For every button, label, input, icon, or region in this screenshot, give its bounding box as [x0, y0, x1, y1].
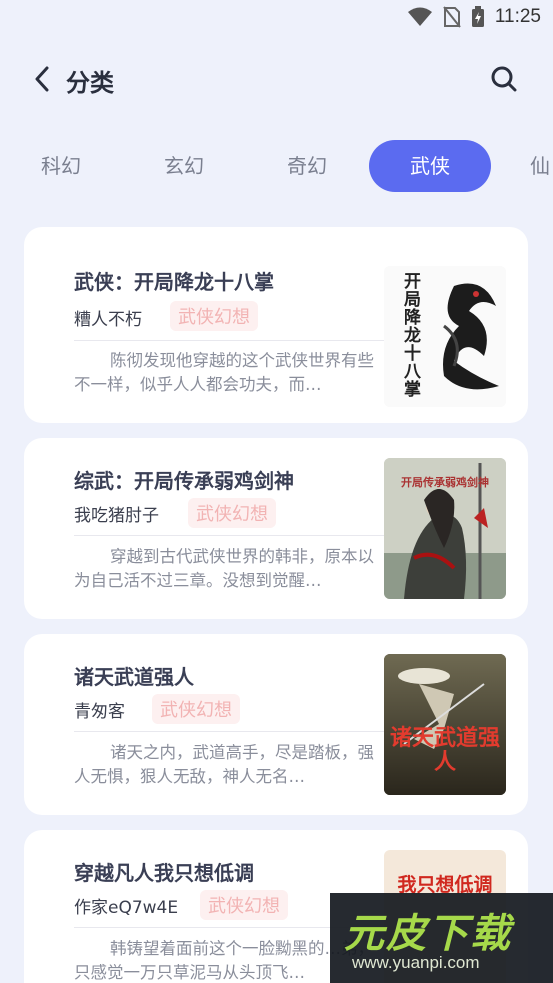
- genre-tag: 武侠幻想: [170, 301, 258, 331]
- book-title: 穿越凡人我只想低调: [74, 861, 254, 885]
- divider: [74, 535, 384, 536]
- status-time: 11:25: [494, 6, 541, 27]
- cover-title: 诸天武道强人: [389, 725, 500, 775]
- book-card[interactable]: 诸天武道强人 青匆客 武侠幻想 诸天之内，武道高手，尽是踏板，强人无惧，狠人无敌…: [24, 634, 528, 815]
- watermark-logo-text: 元皮下载: [344, 911, 512, 957]
- genre-tag: 武侠幻想: [152, 694, 240, 724]
- book-title: 诸天武道强人: [74, 665, 194, 689]
- genre-tag: 武侠幻想: [200, 890, 288, 920]
- divider: [74, 340, 384, 341]
- book-description: 穿越到古代武侠世界的韩非，原本以为自己活不过三章。没想到觉醒…: [74, 547, 374, 590]
- watermark-url: www.yuanpi.com: [352, 953, 480, 972]
- tab-xuanhuan[interactable]: 玄幻: [123, 140, 245, 192]
- watermark: 元皮下载 www.yuanpi.com: [330, 893, 553, 983]
- category-tabs: 科幻 玄幻 奇幻 武侠 仙: [0, 140, 553, 192]
- book-description: 陈彻发现他穿越的这个武侠世界有些不一样，似乎人人都会功夫，而…: [74, 351, 374, 394]
- page-title: 分类: [66, 69, 114, 97]
- wifi-icon: [407, 7, 432, 26]
- book-author: 作家eQ7w4E: [74, 898, 179, 918]
- cover-title: 开局降龙十八掌: [400, 272, 420, 398]
- genre-tag: 武侠幻想: [188, 498, 276, 528]
- header: 分类: [0, 52, 553, 106]
- search-icon: [491, 66, 517, 92]
- book-author: 青匆客: [74, 702, 125, 722]
- book-title: 武侠：开局降龙十八掌: [74, 270, 274, 294]
- tab-wuxia[interactable]: 武侠: [369, 140, 491, 192]
- book-title: 综武：开局传承弱鸡剑神: [74, 469, 294, 493]
- tab-fantasy[interactable]: 奇幻: [246, 140, 368, 192]
- chevron-left-icon: [35, 66, 49, 92]
- book-author: 我吃猪肘子: [74, 506, 159, 526]
- status-bar: 11:25: [0, 0, 553, 40]
- search-button[interactable]: [489, 64, 519, 94]
- book-author: 糟人不朽: [74, 310, 142, 330]
- book-cover[interactable]: 开局降龙十八掌: [384, 266, 506, 407]
- back-button[interactable]: [28, 64, 56, 94]
- no-sim-icon: [443, 6, 461, 28]
- book-description: 诸天之内，武道高手，尽是踏板，强人无惧，狠人无敌，神人无名…: [74, 743, 374, 786]
- book-card[interactable]: 武侠：开局降龙十八掌 糟人不朽 武侠幻想 陈彻发现他穿越的这个武侠世界有些不一样…: [24, 227, 528, 423]
- tab-scifi[interactable]: 科幻: [0, 140, 122, 192]
- divider: [74, 731, 384, 732]
- tab-xianxia[interactable]: 仙: [492, 140, 553, 192]
- book-cover[interactable]: 开局传承弱鸡剑神: [384, 458, 506, 599]
- book-card[interactable]: 综武：开局传承弱鸡剑神 我吃猪肘子 武侠幻想 穿越到古代武侠世界的韩非，原本以为…: [24, 438, 528, 619]
- book-cover[interactable]: 诸天武道强人: [384, 654, 506, 795]
- battery-charging-icon: [471, 6, 484, 27]
- cover-title: 开局传承弱鸡剑神: [401, 476, 489, 489]
